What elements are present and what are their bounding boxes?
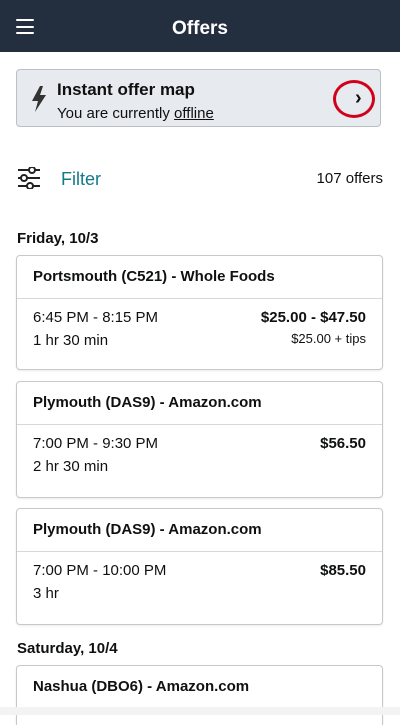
filter-button[interactable]: Filter [61, 169, 101, 190]
offer-duration: 1 hr 30 min [33, 332, 109, 349]
offer-title: Plymouth (DAS9) - Amazon.com [17, 382, 382, 425]
offer-card[interactable]: Portsmouth (C521) - Whole Foods 6:45 PM … [16, 255, 383, 370]
chevron-right-icon[interactable]: › [355, 84, 362, 112]
offer-card[interactable]: Plymouth (DAS9) - Amazon.com 7:00 PM - 9… [16, 381, 383, 498]
highlight-circle [333, 80, 375, 118]
offer-time: 7:00 PM - 10:00 PM [33, 562, 167, 579]
offer-map-status: You are currently offline [57, 105, 214, 122]
offer-pay: $25.00 - $47.50 [260, 309, 366, 326]
offer-time: 7:00 PM - 9:30 PM [33, 435, 159, 452]
offer-tips: $25.00 + tips [291, 331, 366, 346]
offer-title: Plymouth (DAS9) - Amazon.com [17, 509, 382, 552]
offer-duration: 3 hr [33, 585, 59, 602]
offer-title: Nashua (DBO6) - Amazon.com [33, 678, 250, 695]
app-header: Offers [0, 0, 400, 52]
offline-status-link[interactable]: offline [174, 105, 214, 122]
offer-card[interactable]: Plymouth (DAS9) - Amazon.com 7:00 PM - 1… [16, 508, 383, 625]
offer-map-status-prefix: You are currently [57, 105, 170, 122]
date-header: Saturday, 10/4 [17, 640, 118, 657]
offer-time: 6:45 PM - 8:15 PM [33, 309, 159, 326]
offer-title: Portsmouth (C521) - Whole Foods [17, 256, 382, 299]
instant-offer-map-banner[interactable]: Instant offer map You are currently offl… [16, 69, 381, 127]
offer-pay: $85.50 [320, 562, 366, 579]
bottom-edge [0, 707, 400, 715]
offer-map-title: Instant offer map [57, 80, 195, 99]
page-title: Offers [172, 18, 228, 39]
offer-duration: 2 hr 30 min [33, 458, 109, 475]
date-header: Friday, 10/3 [17, 230, 99, 247]
offer-card[interactable]: Nashua (DBO6) - Amazon.com [16, 665, 383, 725]
lightning-bolt-icon [32, 86, 46, 112]
filter-sliders-icon[interactable] [17, 167, 41, 189]
offers-count: 107 offers [316, 170, 383, 187]
offer-pay: $56.50 [320, 435, 366, 452]
